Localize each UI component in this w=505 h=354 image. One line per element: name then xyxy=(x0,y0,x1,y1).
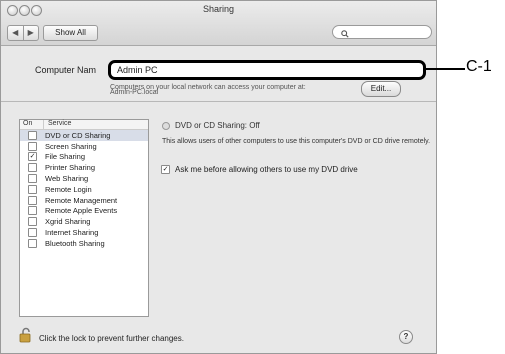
service-checkbox[interactable] xyxy=(28,141,37,151)
service-row[interactable]: Web Sharing xyxy=(20,173,148,184)
service-status: DVD or CD Sharing: Off xyxy=(162,121,260,130)
service-row[interactable]: Xgrid Sharing xyxy=(20,216,148,227)
service-row[interactable]: ✓ File Sharing xyxy=(20,152,148,163)
lock-icon[interactable] xyxy=(19,327,33,343)
service-label: Screen Sharing xyxy=(45,141,97,151)
title-bar: Sharing ◀ ▶ Show All xyxy=(1,1,436,46)
ask-permission-checkbox[interactable]: ✓ xyxy=(161,165,170,174)
column-service: Service xyxy=(48,120,72,127)
nav-buttons: ◀ ▶ xyxy=(7,25,39,41)
search-input[interactable] xyxy=(332,25,432,39)
service-description: This allows users of other computers to … xyxy=(162,138,431,145)
service-checkbox[interactable] xyxy=(28,195,37,205)
callout-label: C-1 xyxy=(466,58,492,75)
service-checkbox[interactable] xyxy=(28,130,37,140)
service-label: Remote Login xyxy=(45,184,92,194)
service-row[interactable]: Internet Sharing xyxy=(20,227,148,238)
service-row[interactable]: Remote Login xyxy=(20,184,148,195)
service-row[interactable]: DVD or CD Sharing xyxy=(20,130,148,141)
service-checkbox[interactable] xyxy=(28,163,37,173)
service-checkbox[interactable]: ✓ xyxy=(28,152,37,162)
back-button[interactable]: ◀ xyxy=(8,26,23,40)
service-label: Remote Management xyxy=(45,195,118,205)
service-label: File Sharing xyxy=(45,152,86,162)
service-label: Printer Sharing xyxy=(45,163,96,173)
service-row[interactable]: Bluetooth Sharing xyxy=(20,238,148,249)
service-label: DVD or CD Sharing xyxy=(45,130,111,140)
service-label: Remote Apple Events xyxy=(45,206,118,216)
service-row[interactable]: Remote Management xyxy=(20,195,148,206)
sharing-window: Sharing ◀ ▶ Show All Computer Nam Admin … xyxy=(0,0,437,354)
local-address: Admin-PC.local xyxy=(110,89,159,96)
service-checkbox[interactable] xyxy=(28,217,37,227)
help-button[interactable]: ? xyxy=(399,330,413,344)
service-label: Xgrid Sharing xyxy=(45,217,91,227)
search-icon xyxy=(341,29,349,38)
status-indicator-icon xyxy=(162,121,170,130)
ask-permission-label: Ask me before allowing others to use my … xyxy=(175,165,358,174)
service-row[interactable]: Printer Sharing xyxy=(20,162,148,173)
service-list: On Service DVD or CD Sharing Screen Shari… xyxy=(19,119,149,317)
service-status-text: DVD or CD Sharing: Off xyxy=(175,121,260,130)
service-row[interactable]: Remote Apple Events xyxy=(20,206,148,217)
edit-button[interactable]: Edit... xyxy=(361,81,401,97)
ask-permission-option[interactable]: ✓ Ask me before allowing others to use m… xyxy=(161,165,358,174)
window-title: Sharing xyxy=(202,4,235,14)
service-row[interactable]: Screen Sharing xyxy=(20,141,148,152)
service-list-header: On Service xyxy=(20,120,148,130)
show-all-button[interactable]: Show All xyxy=(43,25,98,41)
service-label: Bluetooth Sharing xyxy=(45,238,105,248)
callout-line xyxy=(425,68,465,70)
computer-name-field[interactable]: Admin PC xyxy=(108,60,426,80)
lock-message: Click the lock to prevent further change… xyxy=(39,334,184,343)
service-checkbox[interactable] xyxy=(28,184,37,194)
column-on: On xyxy=(20,120,44,129)
divider xyxy=(1,101,436,102)
computer-name-label: Computer Nam xyxy=(35,65,97,75)
service-label: Internet Sharing xyxy=(45,228,99,238)
service-checkbox[interactable] xyxy=(28,206,37,216)
service-checkbox[interactable] xyxy=(28,228,37,238)
service-label: Web Sharing xyxy=(45,174,89,184)
forward-button[interactable]: ▶ xyxy=(22,26,39,40)
service-checkbox[interactable] xyxy=(28,238,37,248)
service-checkbox[interactable] xyxy=(28,174,37,184)
